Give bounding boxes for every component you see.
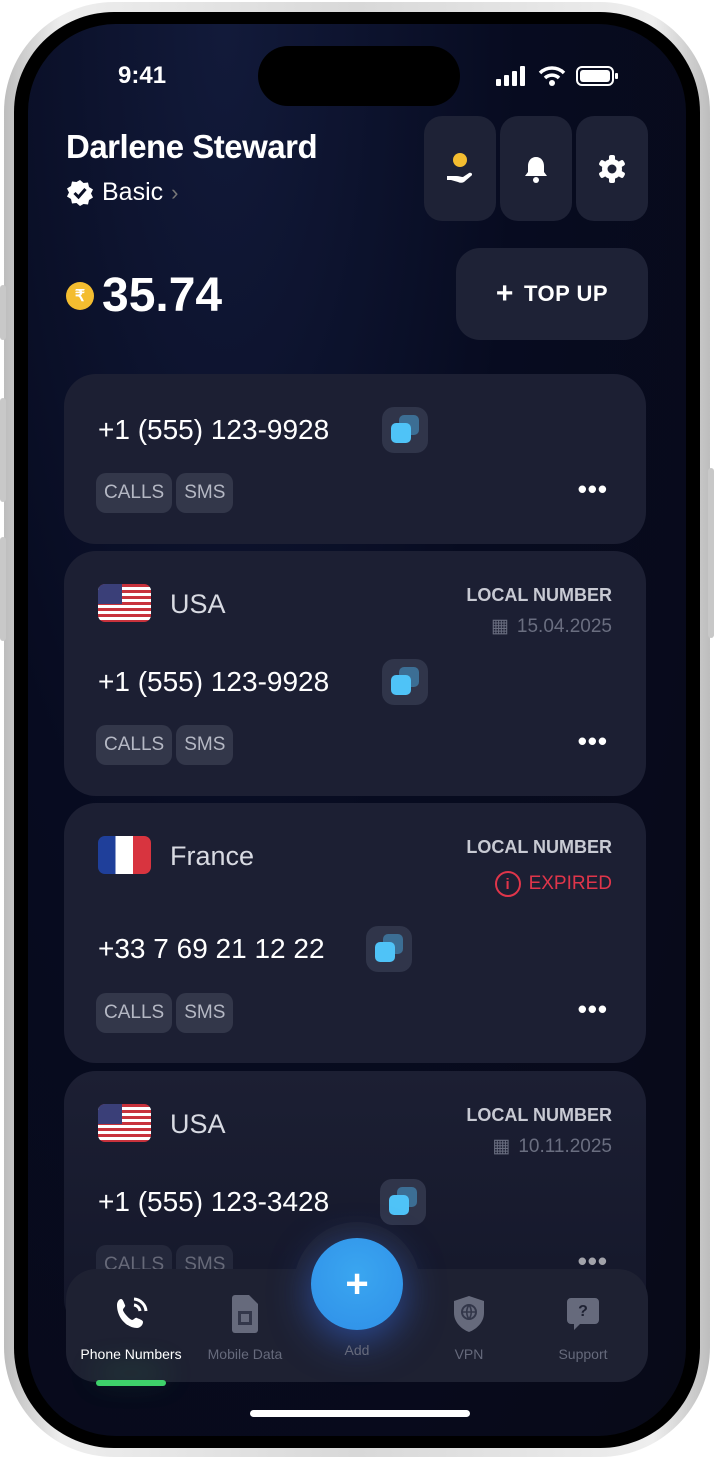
support-chat-icon: ? xyxy=(567,1298,599,1330)
tab-label: Add xyxy=(344,1342,370,1358)
hand-coin-icon xyxy=(447,152,473,183)
tab-add-label[interactable]: Add xyxy=(299,1342,415,1358)
country-name: France xyxy=(170,841,255,871)
active-tab-indicator xyxy=(96,1380,166,1386)
calendar-icon: ▦ xyxy=(490,616,509,637)
tab-label: Phone Numbers xyxy=(80,1346,182,1362)
plan-link[interactable]: Basic › xyxy=(66,178,178,207)
more-options-icon[interactable]: ••• xyxy=(578,474,608,505)
info-icon: i xyxy=(494,871,521,897)
copy-button[interactable] xyxy=(382,407,428,453)
tag-sms: SMS xyxy=(176,473,234,513)
tab-vpn[interactable]: VPN xyxy=(411,1292,527,1362)
plus-icon: + xyxy=(345,1261,369,1306)
country-name: USA xyxy=(170,589,226,619)
battery-icon xyxy=(576,66,618,86)
phone-number: +1 (555) 123-3428 xyxy=(98,1186,330,1217)
number-type: LOCAL NUMBER xyxy=(466,837,612,857)
expired-status: EXPIRED xyxy=(528,873,612,894)
expiry-date: 10.11.2025 xyxy=(518,1135,612,1157)
home-indicator[interactable] xyxy=(250,1410,470,1417)
copy-button[interactable] xyxy=(382,659,428,705)
more-options-icon[interactable]: ••• xyxy=(578,994,608,1025)
coin-icon: ₹ xyxy=(66,281,94,310)
tag-calls: CALLS xyxy=(96,725,173,765)
screen: 9:41 Darlene Steward Basic › ₹ 35.74 + T… xyxy=(28,24,686,1436)
top-up-label: TOP UP xyxy=(523,281,609,306)
volume-down-button xyxy=(0,537,6,641)
verified-badge-icon xyxy=(67,179,93,206)
svg-text:?: ? xyxy=(578,1303,588,1320)
number-card[interactable]: +1 (555) 123-9928 CALLS SMS ••• xyxy=(64,374,646,544)
tag-sms: SMS xyxy=(176,993,234,1033)
tab-label: VPN xyxy=(454,1346,484,1362)
more-options-icon[interactable]: ••• xyxy=(578,726,608,757)
tab-phone-numbers[interactable]: Phone Numbers xyxy=(73,1292,189,1362)
number-type: LOCAL NUMBER xyxy=(466,1105,612,1125)
tab-mobile-data[interactable]: Mobile Data xyxy=(187,1292,303,1362)
earn-coins-button[interactable] xyxy=(424,116,496,221)
wifi-icon xyxy=(538,66,566,86)
number-type: LOCAL NUMBER xyxy=(466,585,612,605)
phone-number: +1 (555) 123-9928 xyxy=(98,666,330,697)
number-card[interactable]: France LOCAL NUMBER i EXPIRED +33 7 69 21… xyxy=(64,803,646,1063)
phone-number: +1 (555) 123-9928 xyxy=(98,414,330,445)
plus-icon: + xyxy=(495,277,514,310)
number-card[interactable]: USA LOCAL NUMBER ▦ 15.04.2025 +1 (555) 12… xyxy=(64,551,646,796)
power-button xyxy=(708,468,714,638)
dynamic-island xyxy=(258,46,460,106)
tab-label: Mobile Data xyxy=(207,1346,283,1362)
balance: ₹ 35.74 xyxy=(66,268,222,323)
us-flag-icon xyxy=(98,1104,151,1142)
sim-card-icon xyxy=(232,1295,258,1333)
settings-button[interactable] xyxy=(576,116,648,221)
phone-call-icon xyxy=(117,1297,148,1328)
tag-sms: SMS xyxy=(176,725,234,765)
balance-value: 35.74 xyxy=(102,269,223,322)
add-button[interactable]: + xyxy=(311,1238,403,1330)
notifications-button[interactable] xyxy=(500,116,572,221)
plan-label: Basic xyxy=(102,178,164,206)
phone-number: +33 7 69 21 12 22 xyxy=(98,933,325,964)
us-flag-icon xyxy=(98,584,151,622)
tag-calls: CALLS xyxy=(96,993,173,1033)
status-icons xyxy=(496,66,618,86)
copy-button[interactable] xyxy=(366,926,412,972)
country-name: USA xyxy=(170,1109,226,1139)
action-button xyxy=(0,285,6,340)
chevron-right-icon: › xyxy=(171,179,179,205)
tab-support[interactable]: ? Support xyxy=(525,1292,641,1362)
france-flag-icon xyxy=(98,836,151,874)
tab-label: Support xyxy=(558,1346,608,1362)
bell-icon xyxy=(525,156,547,183)
expiry-date: 15.04.2025 xyxy=(516,615,612,637)
cellular-signal-icon xyxy=(496,66,525,86)
volume-up-button xyxy=(0,398,6,502)
gear-icon xyxy=(599,154,625,183)
copy-button[interactable] xyxy=(380,1179,426,1225)
top-up-button[interactable]: + TOP UP xyxy=(456,248,648,340)
shield-globe-icon xyxy=(454,1296,484,1332)
tag-calls: CALLS xyxy=(96,473,173,513)
calendar-icon: ▦ xyxy=(492,1136,511,1157)
status-time: 9:41 xyxy=(118,62,167,89)
user-name: Darlene Steward xyxy=(66,128,318,165)
